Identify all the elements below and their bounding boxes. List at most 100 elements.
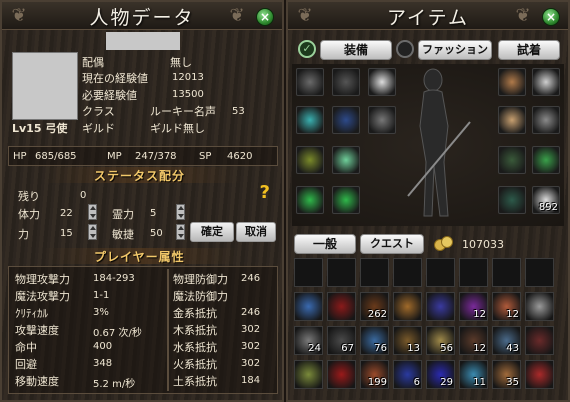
necklace-icon[interactable]	[296, 106, 324, 134]
stat-strength-value: 15	[60, 228, 73, 239]
character-data-panel: ❦ 人物データ ❦ × 配偶 無し 現在の経験値 12013 必要経験値 135…	[0, 0, 284, 402]
attr-left-label: 物理攻撃力	[15, 273, 70, 286]
inventory-slot[interactable]	[393, 292, 422, 321]
inventory-slot[interactable]: 24	[294, 326, 323, 355]
stack-count: 35	[506, 377, 519, 388]
close-icon[interactable]: ×	[256, 8, 274, 26]
inventory-slot[interactable]	[360, 258, 389, 287]
stat-vitality-stepper[interactable]	[88, 204, 97, 220]
inventory-slot[interactable]: 199	[360, 360, 389, 389]
inventory-slot[interactable]: 67	[327, 326, 356, 355]
spouse-value: 無し	[170, 56, 192, 69]
inventory-slot[interactable]	[327, 258, 356, 287]
stat-strength-label: 力	[18, 228, 29, 241]
attributes-header: プレイヤー属性	[94, 250, 185, 264]
arrow-icon[interactable]: 892	[532, 186, 560, 214]
inventory-slot[interactable]: 11	[459, 360, 488, 389]
tab-fashion[interactable]: ファッション	[418, 40, 492, 60]
inventory-slot[interactable]	[294, 360, 323, 389]
help-icon[interactable]: ?	[260, 182, 270, 203]
inventory-slot[interactable]: 262	[360, 292, 389, 321]
attr-left-label: 移動速度	[15, 375, 59, 388]
fashion-toggle-icon[interactable]	[396, 40, 414, 58]
inventory-slot[interactable]	[393, 258, 422, 287]
tab-try-on[interactable]: 試着	[498, 40, 560, 60]
character-panel-titlebar[interactable]: ❦ 人物データ ❦ ×	[2, 2, 282, 30]
inventory-slot[interactable]: 56	[426, 326, 455, 355]
amulet-icon[interactable]	[498, 106, 526, 134]
required-exp-label: 必要経験値	[82, 89, 137, 102]
stat-alloc-section: 残り 0 ? 体力 22 霊力 5 力 15 敏捷 50 確定 取消	[8, 182, 278, 244]
confirm-button[interactable]: 確定	[190, 222, 234, 242]
tab-equip[interactable]: 装備	[320, 40, 392, 60]
tome-icon[interactable]	[368, 106, 396, 134]
stat-agility-stepper[interactable]	[176, 224, 185, 240]
attr-left-label: ｸﾘﾃｨｶﾙ	[15, 307, 48, 320]
mp-value: 247/378	[135, 151, 177, 162]
helmet-icon[interactable]	[296, 68, 324, 96]
inventory-slot[interactable]: 12	[459, 326, 488, 355]
stat-strength-stepper[interactable]	[88, 224, 97, 240]
inventory-slot[interactable]: 12	[492, 292, 521, 321]
vitals-bar: HP 685/685 MP 247/378 SP 4620	[8, 146, 278, 166]
stack-count: 12	[473, 343, 486, 354]
stack-count: 76	[374, 343, 387, 354]
armor-icon[interactable]	[332, 68, 360, 96]
inventory-slot[interactable]: 13	[393, 326, 422, 355]
cape-icon[interactable]	[332, 106, 360, 134]
inventory-slot[interactable]	[525, 360, 554, 389]
ring-icon[interactable]	[296, 186, 324, 214]
leaf-icon[interactable]	[532, 146, 560, 174]
inventory-slot[interactable]	[294, 258, 323, 287]
hp-label: HP	[13, 151, 27, 162]
inventory-slot[interactable]	[327, 292, 356, 321]
item-panel-titlebar[interactable]: ❦ アイテム ❦ ×	[288, 2, 568, 30]
attr-right-label: 魔法防御力	[173, 290, 228, 303]
inventory-slot[interactable]	[294, 292, 323, 321]
ring-icon[interactable]	[332, 186, 360, 214]
bow-icon[interactable]	[296, 146, 324, 174]
gauntlet-icon[interactable]	[498, 186, 526, 214]
attr-right-label: 水系抵抗	[173, 341, 217, 354]
equip-tab-check-icon[interactable]: ✓	[298, 40, 316, 58]
attr-right-label: 物理防御力	[173, 273, 228, 286]
cancel-button[interactable]: 取消	[236, 222, 276, 242]
jade-icon[interactable]	[332, 146, 360, 174]
inventory-slot[interactable]: 76	[360, 326, 389, 355]
inventory-slot[interactable]: 35	[492, 360, 521, 389]
inventory-slot[interactable]	[525, 326, 554, 355]
tab-inventory-quest[interactable]: クエスト	[360, 234, 424, 254]
attr-right-value: 302	[241, 358, 261, 369]
inventory-slot[interactable]	[459, 258, 488, 287]
face-icon[interactable]	[498, 68, 526, 96]
inventory-slot[interactable]	[525, 258, 554, 287]
stack-count: 56	[440, 343, 453, 354]
boots-icon[interactable]	[498, 146, 526, 174]
attr-right-label: 火系抵抗	[173, 358, 217, 371]
stat-spirit-stepper[interactable]	[176, 204, 185, 220]
inventory-slot[interactable]	[492, 258, 521, 287]
guild-value: ギルド無し	[150, 122, 205, 135]
close-icon[interactable]: ×	[542, 8, 560, 26]
inventory-slot[interactable]: 29	[426, 360, 455, 389]
character-info: 配偶 無し 現在の経験値 12013 必要経験値 13500 クラス ルーキー名…	[10, 50, 278, 140]
inventory-slot[interactable]: 6	[393, 360, 422, 389]
inventory-slot[interactable]	[426, 292, 455, 321]
inventory-slot[interactable]	[525, 292, 554, 321]
inventory-slot[interactable]	[426, 258, 455, 287]
stack-count: 24	[308, 343, 321, 354]
wing-icon[interactable]	[368, 68, 396, 96]
sword-icon[interactable]	[532, 68, 560, 96]
inventory-slot[interactable]: 43	[492, 326, 521, 355]
inventory-slot[interactable]	[327, 360, 356, 389]
stack-count: 12	[506, 309, 519, 320]
remaining-value: 0	[80, 190, 87, 201]
stat-spirit-value: 5	[150, 208, 157, 219]
inventory-slot[interactable]: 12	[459, 292, 488, 321]
talisman-icon[interactable]	[532, 106, 560, 134]
item-panel: ❦ アイテム ❦ × ✓ 装備 ファッション 試着 892 一般 クエスト 10…	[286, 0, 570, 402]
tab-inventory-general[interactable]: 一般	[294, 234, 356, 254]
attr-left-value: 3%	[93, 307, 109, 318]
spouse-label: 配偶	[82, 56, 104, 69]
dragon-ornament-icon: ❦	[515, 5, 531, 26]
